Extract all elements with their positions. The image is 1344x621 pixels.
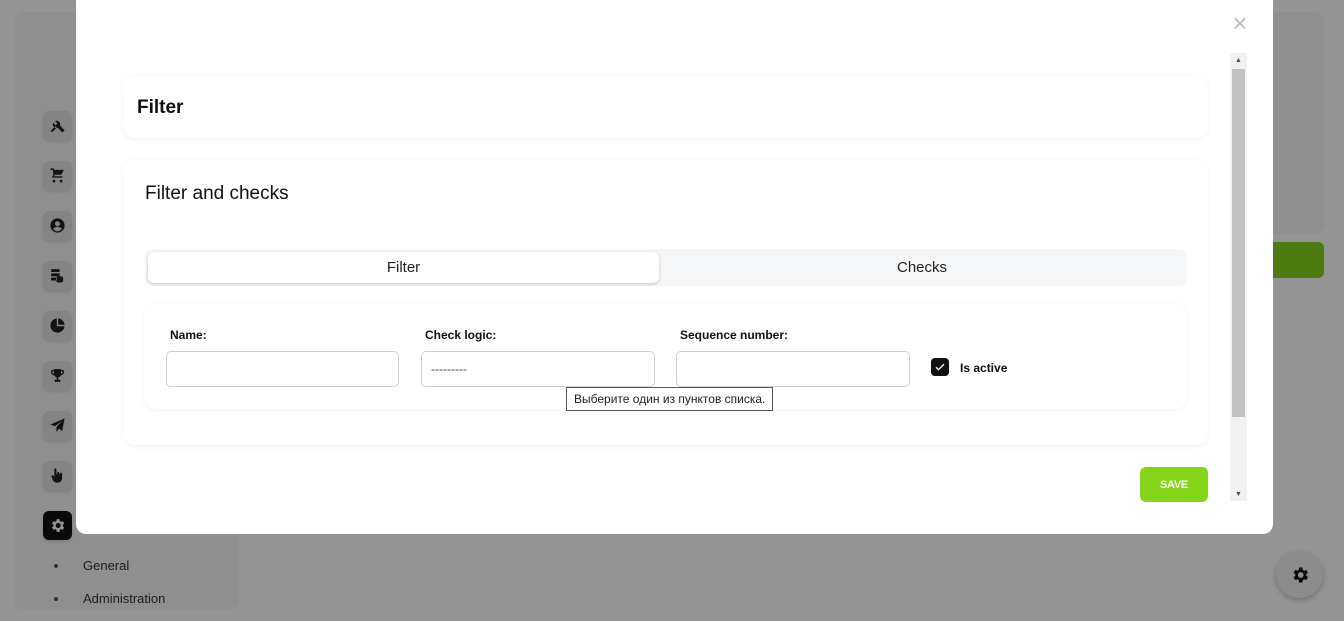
tab-bar: Filter Checks (145, 249, 1187, 286)
scroll-down-arrow-icon[interactable]: ▼ (1230, 487, 1247, 501)
tab-filter[interactable]: Filter (148, 252, 659, 283)
save-button[interactable]: SAVE (1140, 467, 1208, 502)
scroll-thumb[interactable] (1232, 69, 1245, 417)
check-logic-select[interactable]: --------- (421, 351, 655, 387)
checkmark-icon (935, 363, 945, 371)
sequence-number-label: Sequence number: (680, 328, 789, 342)
tab-checks[interactable]: Checks (662, 252, 1182, 283)
sequence-number-input[interactable] (676, 351, 910, 387)
modal-title: Filter (137, 97, 184, 118)
is-active-checkbox[interactable] (931, 358, 949, 376)
section-title: Filter and checks (145, 183, 289, 204)
close-icon[interactable]: × (1229, 10, 1251, 36)
name-input[interactable] (166, 351, 399, 387)
validation-tooltip: Выберите один из пунктов списка. (566, 387, 773, 411)
header-card: Filter (123, 76, 1208, 138)
scroll-up-arrow-icon[interactable]: ▲ (1230, 53, 1247, 67)
name-label: Name: (170, 328, 207, 342)
modal-scrollbar[interactable]: ▲ ▼ (1230, 53, 1247, 501)
check-logic-label: Check logic: (425, 328, 497, 342)
is-active-label: Is active (960, 361, 1008, 375)
